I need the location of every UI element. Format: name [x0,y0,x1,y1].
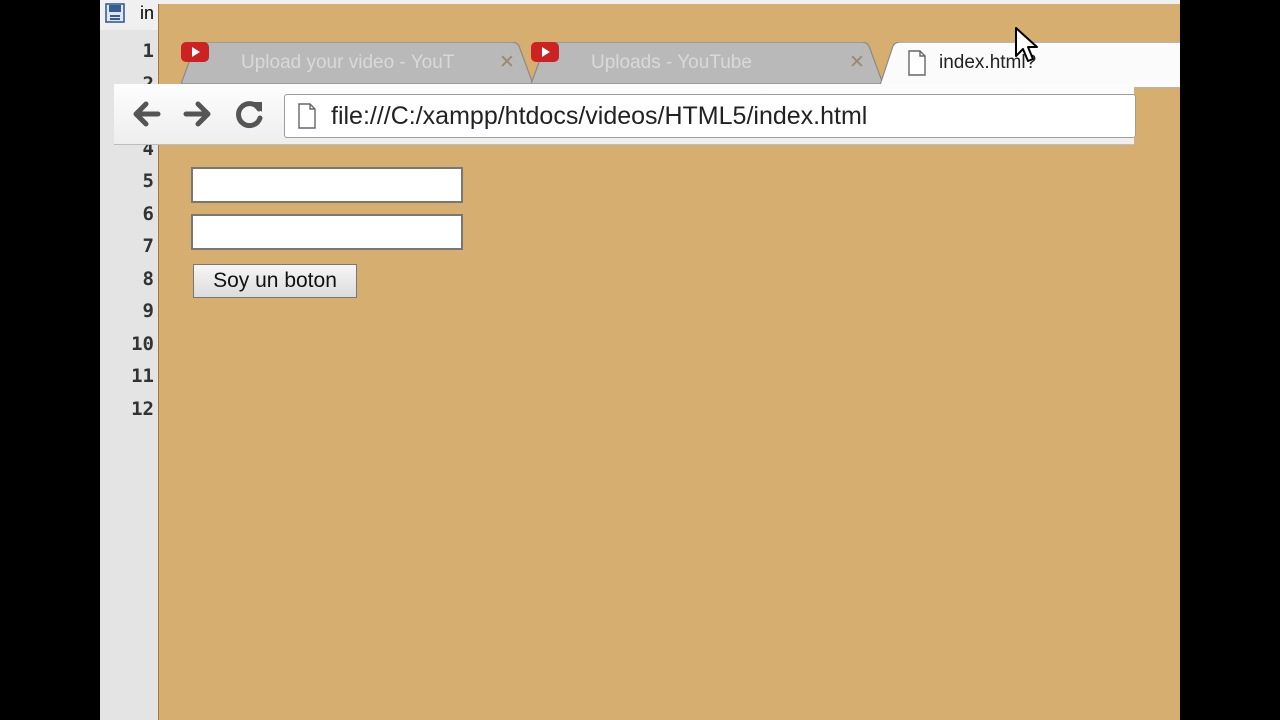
page-icon [908,50,926,76]
line-number: 7 [142,235,154,257]
tab-upload-video[interactable]: Upload your video - YouT ✕ [181,42,533,84]
forward-arrow-icon[interactable] [180,96,216,132]
reload-icon[interactable] [232,96,268,132]
screen: in 1 2 3 4 5 6 7 8 9 10 11 12 Upload you… [100,0,1180,720]
close-icon[interactable]: ✕ [849,51,865,74]
text-input-1[interactable] [191,167,463,203]
tab-uploads-youtube[interactable]: Uploads - YouTube ✕ [531,42,883,84]
address-text: file:///C:/xampp/htdocs/videos/HTML5/ind… [331,102,868,130]
tab-label: Upload your video - YouT [241,52,455,73]
line-number: 12 [131,398,154,420]
save-icon[interactable] [104,2,126,24]
line-number: 1 [142,40,154,62]
line-number: 11 [131,365,154,387]
browser-toolbar: file:///C:/xampp/htdocs/videos/HTML5/ind… [114,84,1136,145]
page-icon [298,103,316,129]
address-bar[interactable]: file:///C:/xampp/htdocs/videos/HTML5/ind… [284,94,1136,138]
youtube-icon [181,42,209,62]
text-input-2[interactable] [191,214,463,250]
youtube-icon [531,42,559,62]
line-number: 5 [142,170,154,192]
tab-label: Uploads - YouTube [591,52,752,73]
mouse-cursor-icon [1015,27,1038,62]
line-number: 10 [131,333,154,355]
line-number: 8 [142,268,154,290]
soy-un-boton-button[interactable]: Soy un boton [193,264,357,298]
back-arrow-icon[interactable] [128,96,164,132]
close-icon[interactable]: ✕ [499,51,515,74]
line-number: 6 [142,203,154,225]
editor-title: in [140,3,155,23]
line-number: 9 [142,300,154,322]
